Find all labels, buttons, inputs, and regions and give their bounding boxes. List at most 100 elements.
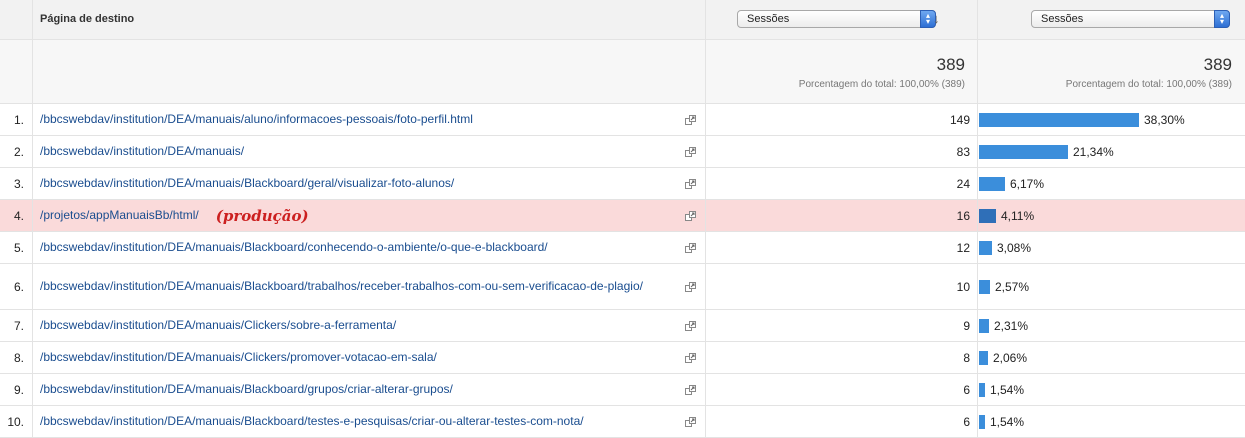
row-index-cell: 6.: [0, 264, 33, 309]
header-index-cell: [0, 0, 33, 40]
share-bar: [979, 144, 1068, 159]
row-index: 4.: [13, 208, 24, 223]
row-index: 9.: [13, 382, 24, 397]
row-index-cell: 10.: [0, 406, 33, 437]
landing-page-link[interactable]: /bbcswebdav/institution/DEA/manuais/: [40, 144, 244, 159]
share-percent: 2,06%: [993, 350, 1028, 365]
totals-metric2-cell: 389 Porcentagem do total: 100,00% (389): [978, 40, 1245, 104]
table-row: 7. /bbcswebdav/institution/DEA/manuais/Cl…: [0, 310, 1245, 342]
sessions-value: 12: [956, 240, 970, 255]
landing-page-link[interactable]: /bbcswebdav/institution/DEA/manuais/alun…: [40, 112, 473, 127]
row-share-cell: 38,30%: [978, 104, 1245, 135]
metric2-select-label: Sessões: [1041, 13, 1084, 25]
row-sessions-cell: 9: [706, 310, 978, 341]
sort-desc-icon[interactable]: ↓: [933, 11, 940, 26]
totals-row: 389 Porcentagem do total: 100,00% (389) …: [0, 40, 1245, 104]
row-index: 2.: [13, 144, 24, 159]
table-header: Página de destino Sessões ▴ ▾ ↓ Sessões ▴…: [0, 0, 1245, 40]
row-sessions-cell: 149: [706, 104, 978, 135]
table-row: 3. /bbcswebdav/institution/DEA/manuais/Bl…: [0, 168, 1245, 200]
share-bar: [979, 279, 990, 294]
share-percent: 38,30%: [1144, 112, 1185, 127]
landing-page-link[interactable]: /projetos/appManuaisBb/html/: [40, 208, 199, 223]
share-percent: 4,11%: [1001, 208, 1035, 223]
metric2-total: 389: [1203, 55, 1232, 74]
row-share-cell: 6,17%: [978, 168, 1245, 199]
metric2-select[interactable]: Sessões ▴ ▾: [1031, 10, 1230, 28]
share-bar: [979, 112, 1139, 127]
row-page-cell: /projetos/appManuaisBb/html/ (produção): [33, 200, 706, 231]
open-page-icon[interactable]: [685, 281, 696, 292]
table-row: 6. /bbcswebdav/institution/DEA/manuais/Bl…: [0, 264, 1245, 310]
totals-page-cell: [33, 40, 706, 104]
row-page-cell: /bbcswebdav/institution/DEA/manuais/Blac…: [33, 374, 706, 405]
metric1-select-label: Sessões: [747, 13, 790, 25]
landing-page-link[interactable]: /bbcswebdav/institution/DEA/manuais/Blac…: [40, 382, 453, 397]
open-page-icon[interactable]: [685, 384, 696, 395]
table-row: 5. /bbcswebdav/institution/DEA/manuais/Bl…: [0, 232, 1245, 264]
row-sessions-cell: 10: [706, 264, 978, 309]
sessions-value: 6: [963, 414, 970, 429]
share-percent: 2,57%: [995, 279, 1030, 294]
sessions-value: 9: [963, 318, 970, 333]
row-index-cell: 1.: [0, 104, 33, 135]
row-sessions-cell: 8: [706, 342, 978, 373]
landing-page-link[interactable]: /bbcswebdav/institution/DEA/manuais/Blac…: [40, 176, 454, 191]
open-page-icon[interactable]: [685, 210, 696, 221]
header-metric2-cell: Sessões ▴ ▾: [978, 0, 1245, 40]
row-index-cell: 5.: [0, 232, 33, 263]
metric1-total-percent: Porcentagem do total: 100,00% (389): [798, 79, 965, 90]
row-page-cell: /bbcswebdav/institution/DEA/manuais/Clic…: [33, 342, 706, 373]
row-index-cell: 4.: [0, 200, 33, 231]
table-row: 10. /bbcswebdav/institution/DEA/manuais/B…: [0, 406, 1245, 438]
row-share-cell: 1,54%: [978, 374, 1245, 405]
landing-page-link[interactable]: /bbcswebdav/institution/DEA/manuais/Blac…: [40, 240, 548, 255]
row-share-cell: 2,31%: [978, 310, 1245, 341]
totals-index-cell: [0, 40, 33, 104]
metric2-total-percent: Porcentagem do total: 100,00% (389): [1065, 79, 1232, 90]
open-page-icon[interactable]: [685, 114, 696, 125]
table-row: 4. /projetos/appManuaisBb/html/ (produção)…: [0, 200, 1245, 232]
metric1-select[interactable]: Sessões ▴ ▾: [737, 10, 936, 28]
production-annotation: (produção): [215, 206, 309, 225]
share-percent: 1,54%: [990, 414, 1025, 429]
select-arrows-icon: ▴ ▾: [1214, 10, 1230, 28]
row-index: 10.: [7, 414, 24, 429]
row-index: 3.: [13, 176, 24, 191]
row-sessions-cell: 6: [706, 406, 978, 437]
landing-page-table: Página de destino Sessões ▴ ▾ ↓ Sessões ▴…: [0, 0, 1245, 438]
row-sessions-cell: 83: [706, 136, 978, 167]
landing-page-link[interactable]: /bbcswebdav/institution/DEA/manuais/Blac…: [40, 414, 584, 429]
row-share-cell: 3,08%: [978, 232, 1245, 263]
row-page-cell: /bbcswebdav/institution/DEA/manuais/Blac…: [33, 406, 706, 437]
open-page-icon[interactable]: [685, 320, 696, 331]
table-row: 2. /bbcswebdav/institution/DEA/manuais/83…: [0, 136, 1245, 168]
landing-page-link[interactable]: /bbcswebdav/institution/DEA/manuais/Blac…: [40, 279, 643, 294]
open-page-icon[interactable]: [685, 146, 696, 157]
row-page-cell: /bbcswebdav/institution/DEA/manuais/alun…: [33, 104, 706, 135]
row-index-cell: 7.: [0, 310, 33, 341]
share-bar: [979, 208, 996, 223]
table-row: 1. /bbcswebdav/institution/DEA/manuais/al…: [0, 104, 1245, 136]
row-index: 5.: [13, 240, 24, 255]
sessions-value: 24: [956, 176, 970, 191]
page-column-title: Página de destino: [40, 13, 135, 25]
share-percent: 1,54%: [990, 382, 1025, 397]
share-bar: [979, 414, 985, 429]
landing-page-link[interactable]: /bbcswebdav/institution/DEA/manuais/Clic…: [40, 350, 437, 365]
sessions-value: 83: [956, 144, 970, 159]
share-bar: [979, 350, 988, 365]
open-page-icon[interactable]: [685, 178, 696, 189]
share-percent: 21,34%: [1073, 144, 1114, 159]
row-page-cell: /bbcswebdav/institution/DEA/manuais/Blac…: [33, 168, 706, 199]
open-page-icon[interactable]: [685, 352, 696, 363]
row-index-cell: 2.: [0, 136, 33, 167]
sessions-value: 6: [963, 382, 970, 397]
landing-page-link[interactable]: /bbcswebdav/institution/DEA/manuais/Clic…: [40, 318, 396, 333]
row-share-cell: 2,06%: [978, 342, 1245, 373]
row-share-cell: 4,11%: [978, 200, 1245, 231]
sessions-value: 16: [956, 208, 970, 223]
open-page-icon[interactable]: [685, 242, 696, 253]
header-page-cell: Página de destino: [33, 0, 706, 40]
open-page-icon[interactable]: [685, 416, 696, 427]
